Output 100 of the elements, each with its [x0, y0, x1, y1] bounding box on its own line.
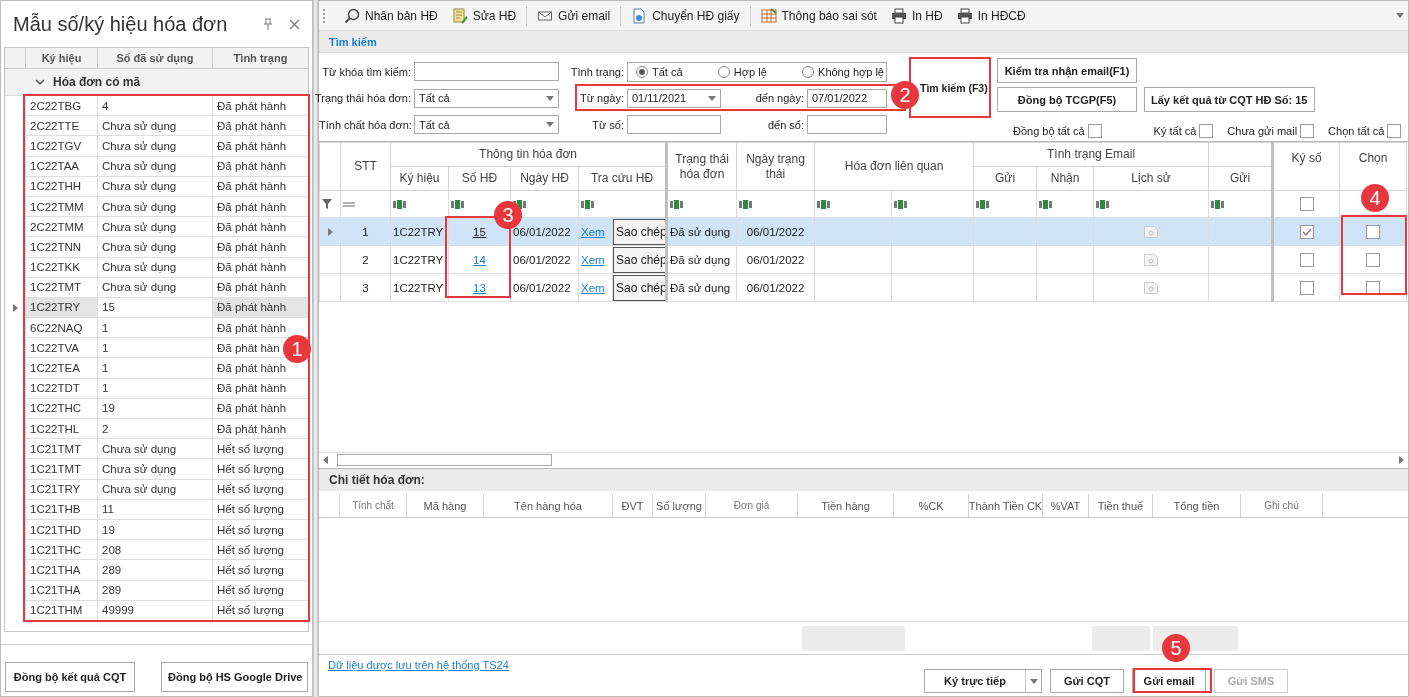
- column-header[interactable]: Số đã sử dụng: [97, 48, 212, 68]
- column-header[interactable]: ĐVT: [613, 494, 653, 517]
- checkbox[interactable]: [1299, 280, 1314, 295]
- column-header[interactable]: Trạng thái hóa đơn: [666, 142, 737, 191]
- column-header[interactable]: Tổng tiền: [1153, 494, 1241, 517]
- number-field[interactable]: [627, 115, 721, 134]
- column-header[interactable]: Tra cứu HĐ: [578, 166, 667, 191]
- checkbox[interactable]: [1366, 224, 1381, 239]
- table-cell[interactable]: 1C22THC: [25, 398, 97, 419]
- column-header[interactable]: Tính chất: [340, 494, 407, 517]
- table-cell[interactable]: 2C22TTE: [25, 116, 97, 137]
- toolbar-button[interactable]: Thông báo sai sót: [754, 3, 883, 28]
- table-cell[interactable]: 1C22TMT: [25, 277, 97, 298]
- column-header[interactable]: Đơn giá: [706, 494, 798, 517]
- column-header[interactable]: Chọn: [1339, 142, 1407, 191]
- radio-label[interactable]: Không hợp lệ: [818, 65, 884, 78]
- checkbox[interactable]: [1299, 252, 1314, 267]
- table-cell[interactable]: 1C22TMM: [25, 196, 97, 218]
- table-cell[interactable]: 1C22TAA: [25, 156, 97, 177]
- scrollbar-thumb[interactable]: [337, 453, 552, 466]
- column-header[interactable]: Tình trạng Email: [973, 142, 1209, 167]
- column-header[interactable]: Số lượng: [653, 494, 706, 517]
- search-button[interactable]: Tìm kiếm (F3): [909, 57, 991, 118]
- number-field[interactable]: [807, 115, 887, 134]
- column-header[interactable]: Tiền hàng: [798, 494, 894, 517]
- sync-button[interactable]: Đồng bộ HS Google Drive: [161, 662, 308, 692]
- column-header[interactable]: Mã hàng: [407, 494, 484, 517]
- storage-link[interactable]: Dữ liệu được lưu trên hệ thống TS24: [328, 659, 509, 671]
- table-cell[interactable]: 2C22TBG: [25, 96, 97, 117]
- column-header[interactable]: Lịch sử: [1093, 166, 1209, 191]
- sync-button[interactable]: Đồng bộ TCGP(F5): [997, 87, 1137, 112]
- table-cell[interactable]: 1C21TMT: [25, 459, 97, 480]
- checkbox[interactable]: [1366, 252, 1381, 267]
- radio-button[interactable]: [802, 65, 815, 78]
- column-header[interactable]: STT: [340, 142, 391, 191]
- column-header[interactable]: Tiền thuế: [1089, 494, 1153, 517]
- invoice-number-link[interactable]: 14: [473, 253, 486, 266]
- table-cell[interactable]: 1C21THB: [25, 499, 97, 520]
- dropdown[interactable]: Tất cả: [414, 115, 559, 134]
- toolbar-button[interactable]: Chuyển HĐ giấy: [625, 3, 746, 28]
- chevron-down-icon[interactable]: [35, 78, 45, 86]
- column-header[interactable]: Thành Tiền CK: [969, 494, 1043, 517]
- dropdown[interactable]: Tất cả: [414, 88, 559, 108]
- copy-button[interactable]: Sao chép: [613, 246, 666, 273]
- column-header[interactable]: Ký số: [1272, 142, 1340, 191]
- copy-button[interactable]: Sao chép: [613, 218, 666, 245]
- table-cell[interactable]: 1C21THA: [25, 560, 97, 581]
- invoice-number-link[interactable]: 15: [473, 225, 486, 238]
- column-header[interactable]: Ngày trạng thái: [736, 142, 815, 191]
- keyword-field[interactable]: [414, 62, 559, 81]
- checkbox[interactable]: [1300, 124, 1315, 138]
- column-header[interactable]: Hóa đơn liên quan: [814, 142, 974, 191]
- radio-button[interactable]: [717, 65, 730, 78]
- toolbar-button[interactable]: Gửi email: [531, 3, 617, 28]
- table-cell[interactable]: 1C21THM: [25, 600, 97, 621]
- date-field[interactable]: 07/01/2022: [807, 88, 887, 108]
- checkbox[interactable]: [1299, 224, 1314, 239]
- date-field[interactable]: 01/11/2021: [627, 88, 721, 108]
- table-cell[interactable]: 1C21THA: [25, 580, 97, 601]
- table-cell[interactable]: 2C22TMM: [25, 217, 97, 238]
- toolbar-button[interactable]: In HĐ: [884, 3, 949, 28]
- check-email-button[interactable]: Kiểm tra nhận email(F1): [997, 58, 1137, 83]
- table-cell[interactable]: 6C22NAQ: [25, 318, 97, 339]
- column-header[interactable]: %CK: [894, 494, 969, 517]
- toolbar-button[interactable]: Nhân bản HĐ: [338, 3, 444, 28]
- checkbox[interactable]: [1199, 124, 1214, 138]
- copy-button[interactable]: Sao chép: [613, 274, 666, 301]
- radio-label[interactable]: Hợp lệ: [733, 65, 767, 78]
- table-cell[interactable]: 1C22TNN: [25, 237, 97, 258]
- column-header[interactable]: Ký hiệu: [25, 48, 97, 68]
- sync-button[interactable]: Đồng bộ kết quả CQT: [5, 662, 135, 692]
- table-cell[interactable]: 1C22TVA: [25, 338, 97, 359]
- table-cell[interactable]: 1C22TKK: [25, 257, 97, 278]
- table-cell[interactable]: 1C22TGV: [25, 136, 97, 157]
- toolbar-button[interactable]: In HĐCĐ: [950, 3, 1032, 28]
- fetch-result-button[interactable]: Lấy kết quả từ CQT HĐ Số: 15: [1144, 87, 1315, 112]
- table-cell[interactable]: 1C21TRY: [25, 479, 97, 500]
- action-button[interactable]: Gửi CQT: [1050, 669, 1124, 693]
- radio-button[interactable]: [636, 65, 648, 78]
- checkbox[interactable]: [1366, 280, 1381, 295]
- table-cell[interactable]: 1C22THL: [25, 419, 97, 440]
- checkbox[interactable]: [1087, 124, 1102, 138]
- table-cell[interactable]: 1C21THC: [25, 540, 97, 561]
- table-cell[interactable]: 1C22THH: [25, 176, 97, 197]
- column-header[interactable]: Thông tin hóa đơn: [390, 142, 667, 167]
- invoice-number-link[interactable]: 13: [473, 281, 486, 294]
- column-header[interactable]: Tình trạng: [212, 48, 308, 68]
- column-header[interactable]: %VAT: [1043, 494, 1089, 517]
- checkbox[interactable]: [1387, 124, 1402, 138]
- table-cell[interactable]: 1C21TMT: [25, 439, 97, 460]
- table-cell[interactable]: 1C22TRY: [25, 297, 97, 319]
- column-header[interactable]: Ghi chú: [1241, 494, 1323, 517]
- radio-label[interactable]: Tất cả: [652, 65, 683, 78]
- group-label[interactable]: Hóa đơn có mã: [53, 75, 141, 89]
- checkbox[interactable]: [1299, 197, 1314, 211]
- table-cell[interactable]: 1C22TDT: [25, 378, 97, 399]
- table-cell[interactable]: 1C22TEA: [25, 358, 97, 379]
- column-header[interactable]: Tên hàng hóa: [484, 494, 613, 517]
- table-cell[interactable]: 1C21THD: [25, 519, 97, 541]
- dropdown-button[interactable]: [1025, 670, 1041, 692]
